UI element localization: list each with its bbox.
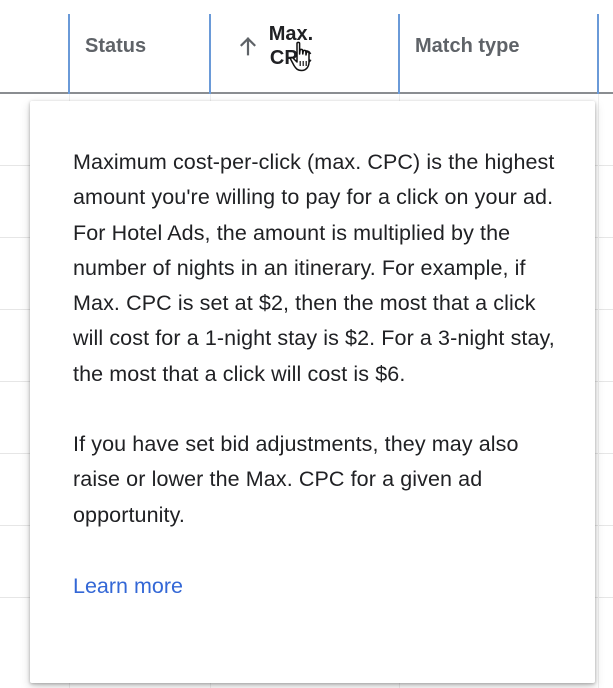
column-divider[interactable]	[68, 14, 70, 94]
tooltip-paragraph: Maximum cost-per-click (max. CPC) is the…	[73, 150, 555, 386]
column-header-label: Status	[85, 34, 147, 57]
column-header-label: Match type	[415, 34, 520, 57]
arrow-up-icon	[240, 37, 256, 56]
page: Status Max. CPC Match type Maximum cost-…	[0, 0, 613, 688]
max-cpc-tooltip: Maximum cost-per-click (max. CPC) is the…	[30, 101, 595, 683]
column-header-match-type[interactable]: Match type	[415, 0, 519, 92]
tooltip-paragraph: If you have set bid adjustments, they ma…	[73, 432, 519, 527]
column-divider[interactable]	[209, 14, 211, 94]
hand-pointer-icon	[289, 41, 310, 72]
column-divider[interactable]	[597, 14, 599, 94]
learn-more-link[interactable]: Learn more	[73, 569, 183, 604]
column-header-status[interactable]: Status	[85, 0, 146, 92]
column-divider[interactable]	[398, 14, 400, 94]
grid-line	[598, 94, 599, 688]
